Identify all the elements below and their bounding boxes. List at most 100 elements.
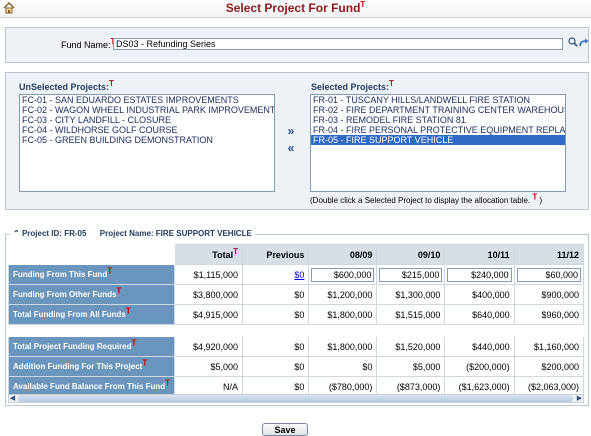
project-name-value: FIRE SUPPORT VEHICLE (155, 229, 252, 238)
selected-projects-label-text: Selected Projects: (311, 82, 390, 92)
allocation-header[interactable]: ⌃ Project ID: FR-05 Project Name: FIRE S… (10, 229, 255, 238)
funding-input-0910[interactable] (379, 267, 443, 282)
input-cell (444, 264, 515, 285)
value-cell: ($200,000) (444, 356, 515, 377)
scroll-left-icon[interactable]: ◀ (8, 394, 17, 403)
selected-project-item-active[interactable]: FR-05 - FIRE SUPPORT VEHICLE (311, 135, 565, 145)
save-button[interactable]: Save (262, 423, 308, 436)
table-row: Total Funding From All FundsT $4,915,000… (8, 304, 584, 325)
unselected-project-item[interactable]: FC-02 - WAGON WHEEL INDUSTRIAL PARK IMPR… (20, 105, 274, 115)
unselected-project-item[interactable]: FC-01 - SAN EDUARDO ESTATES IMPROVEMENTS (20, 95, 274, 105)
value-cell: $900,000 (513, 284, 584, 305)
required-marker: T (360, 0, 366, 9)
required-marker: T (116, 286, 122, 296)
unselected-projects-list[interactable]: FC-01 - SAN EDUARDO ESTATES IMPROVEMENTS… (19, 94, 275, 192)
value-cell: $1,200,000 (308, 284, 378, 305)
selected-projects-list[interactable]: FR-01 - TUSCANY HILLS/LANDWELL FIRE STAT… (310, 94, 566, 192)
unselected-project-item[interactable]: FC-05 - GREEN BUILDING DEMONSTRATION (20, 135, 274, 145)
value-cell: $440,000 (444, 336, 515, 357)
unselected-project-item[interactable]: FC-04 - WILDHORSE GOLF COURSE (20, 125, 274, 135)
required-marker: T (165, 378, 171, 388)
value-cell: $1,515,000 (376, 304, 446, 325)
column-header-0910: 09/10 (376, 244, 446, 265)
table-spacer-row (8, 324, 584, 337)
funding-input-1011[interactable] (447, 267, 512, 282)
move-left-button[interactable]: « (284, 142, 298, 154)
value-cell: ($1,623,000) (444, 376, 515, 394)
spacer-cell (8, 324, 176, 337)
row-header-text: Available Fund Balance From This Fund (13, 382, 166, 391)
value-cell: ($873,000) (376, 376, 446, 394)
table-row: Funding From This FundT $1,115,000 $0 (8, 264, 584, 285)
column-header-1112: 11/12 (513, 244, 584, 265)
required-marker: T (142, 358, 148, 368)
selected-projects-label: Selected Projects:T (311, 79, 394, 93)
allocation-table: TotalT Previous 08/09 09/10 10/11 11/12 … (8, 244, 584, 394)
total-cell: $1,115,000 (174, 264, 244, 285)
previous-cell: $0 (242, 284, 310, 305)
column-header-0809: 08/09 (308, 244, 378, 265)
required-marker: T (532, 192, 538, 202)
required-marker: T (125, 306, 131, 316)
table-row: Addition Funding For This ProjectT $5,00… (8, 356, 584, 377)
row-header: Total Funding From All FundsT (8, 304, 176, 325)
value-cell: $1,520,000 (376, 336, 446, 357)
funding-input-1112[interactable] (516, 267, 581, 282)
value-cell: $200,000 (513, 356, 584, 377)
project-id-label: Project ID: (21, 229, 62, 238)
previous-cell: $0 (242, 304, 310, 325)
column-header-total: TotalT (174, 244, 244, 265)
value-cell: $400,000 (444, 284, 515, 305)
fund-name-label: Fund Name:T (61, 38, 115, 51)
unselected-project-item[interactable]: FC-03 - CITY LANDFILL - CLOSURE (20, 115, 274, 125)
required-marker: T (131, 338, 137, 348)
scrollbar-thumb[interactable] (18, 395, 573, 402)
total-cell: $4,920,000 (174, 336, 244, 357)
selected-project-item[interactable]: FR-04 - FIRE PERSONAL PROTECTIVE EQUIPME… (311, 125, 565, 135)
allocation-table-scroll[interactable]: TotalT Previous 08/09 09/10 10/11 11/12 … (8, 244, 584, 394)
row-header-text: Funding From Other Funds (13, 290, 117, 299)
collapse-icon[interactable]: ⌃ (13, 229, 20, 238)
project-name-label: Project Name: (99, 229, 154, 238)
unselected-projects-label-text: UnSelected Projects: (19, 82, 110, 92)
required-marker: T (389, 79, 394, 88)
spacer-cell (376, 324, 446, 337)
value-cell: $1,300,000 (376, 284, 446, 305)
scroll-right-icon[interactable]: ▶ (575, 394, 584, 403)
value-cell: $1,160,000 (513, 336, 584, 357)
input-cell (308, 264, 378, 285)
required-marker: T (109, 79, 114, 88)
total-cell: $3,800,000 (174, 284, 244, 305)
table-corner (8, 244, 176, 265)
fund-name-label-text: Fund Name: (61, 40, 111, 50)
value-cell: $640,000 (444, 304, 515, 325)
selection-hint: (Double click a Selected Project to disp… (310, 193, 543, 205)
required-marker: T (233, 246, 239, 256)
selected-project-item[interactable]: FR-03 - REMODEL FIRE STATION 81 (311, 115, 565, 125)
table-row: Available Fund Balance From This FundT N… (8, 376, 584, 394)
move-right-button[interactable]: » (284, 125, 298, 137)
value-cell: $5,000 (376, 356, 446, 377)
selected-project-item[interactable]: FR-02 - FIRE DEPARTMENT TRAINING CENTER … (311, 105, 565, 115)
funding-input-0809[interactable] (311, 267, 375, 282)
value-cell: $1,800,000 (308, 336, 378, 357)
total-cell: $4,915,000 (174, 304, 244, 325)
value-cell: $1,800,000 (308, 304, 378, 325)
row-header-text: Total Project Funding Required (13, 342, 132, 351)
table-row: Funding From Other FundsT $3,800,000 $0 … (8, 284, 584, 305)
input-cell (513, 264, 584, 285)
row-header: Total Project Funding RequiredT (8, 336, 176, 357)
spacer-cell (308, 324, 378, 337)
required-marker: T (107, 266, 113, 276)
go-arrow-icon[interactable] (579, 38, 589, 48)
table-row: Total Project Funding RequiredT $4,920,0… (8, 336, 584, 357)
selection-hint-close: ) (539, 196, 543, 205)
project-id-value: FR-05 (64, 229, 87, 238)
fund-name-field[interactable]: DS03 - Refunding Series (113, 38, 563, 50)
column-header-previous: Previous (242, 244, 310, 265)
search-icon[interactable] (568, 37, 578, 47)
previous-cell: $0 (242, 376, 310, 394)
selected-project-item[interactable]: FR-01 - TUSCANY HILLS/LANDWELL FIRE STAT… (311, 95, 565, 105)
previous-link[interactable]: $0 (294, 270, 304, 280)
total-cell: N/A (174, 376, 244, 394)
